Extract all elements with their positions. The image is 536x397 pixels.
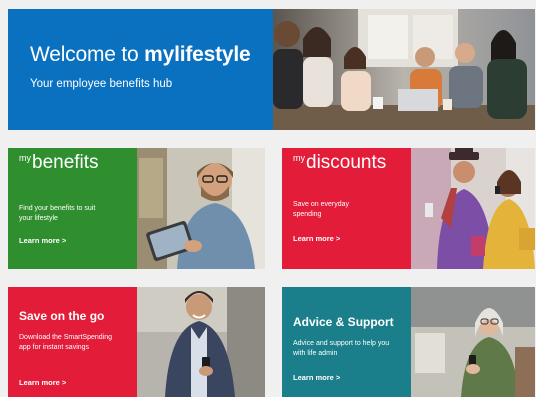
discounts-title-main: discounts (306, 152, 387, 173)
discounts-photo-couple-shopping (411, 148, 535, 269)
advice-description: Advice and support to help you with life… (293, 340, 390, 357)
advice-panel: Advice & Support Advice and support to h… (282, 287, 411, 397)
benefits-description: Find your benefits to suit your lifestyl… (19, 205, 96, 222)
card-save-on-the-go[interactable]: Save on the go Download the SmartSpendin… (8, 287, 265, 397)
discounts-description: Save on everyday spending (293, 201, 350, 218)
save-on-go-photo-man-phone (137, 287, 265, 397)
card-mybenefits[interactable]: mybenefits Find your benefits to suit yo… (8, 148, 265, 269)
benefits-photo-man-tablet (137, 148, 265, 269)
discounts-title-prefix: my (293, 153, 305, 163)
hero-subtitle: Your employee benefits hub (30, 78, 173, 90)
discounts-panel: mydiscounts Save on everyday spending Le… (282, 148, 411, 269)
advice-title: Advice & Support (293, 315, 394, 329)
advice-learn-more-link[interactable]: Learn more > (293, 373, 340, 382)
save-on-go-title: Save on the go (19, 309, 105, 323)
benefits-title-prefix: my (19, 153, 31, 163)
card-mydiscounts[interactable]: mydiscounts Save on everyday spending Le… (282, 148, 535, 269)
save-on-go-panel: Save on the go Download the SmartSpendin… (8, 287, 137, 397)
discounts-learn-more-link[interactable]: Learn more > (293, 234, 340, 243)
hero-banner: Welcome to mylifestyle Your employee ben… (8, 9, 535, 130)
benefits-title-main: benefits (32, 152, 99, 173)
hero-title: Welcome to mylifestyle (30, 43, 273, 67)
save-on-go-learn-more-link[interactable]: Learn more > (19, 378, 66, 387)
save-on-go-description: Download the SmartSpending app for insta… (19, 334, 113, 351)
benefits-learn-more-link[interactable]: Learn more > (19, 236, 66, 245)
hero-text-panel: Welcome to mylifestyle Your employee ben… (8, 9, 273, 130)
hero-photo-office-team (273, 9, 535, 130)
card-advice-support[interactable]: Advice & Support Advice and support to h… (282, 287, 535, 397)
discounts-title: mydiscounts (293, 152, 386, 174)
benefits-panel: mybenefits Find your benefits to suit yo… (8, 148, 137, 269)
hero-title-prefix: Welcome to (30, 43, 145, 66)
hero-title-brand: mylifestyle (144, 43, 251, 66)
benefits-title: mybenefits (19, 152, 99, 174)
advice-photo-woman-phone (411, 287, 535, 397)
